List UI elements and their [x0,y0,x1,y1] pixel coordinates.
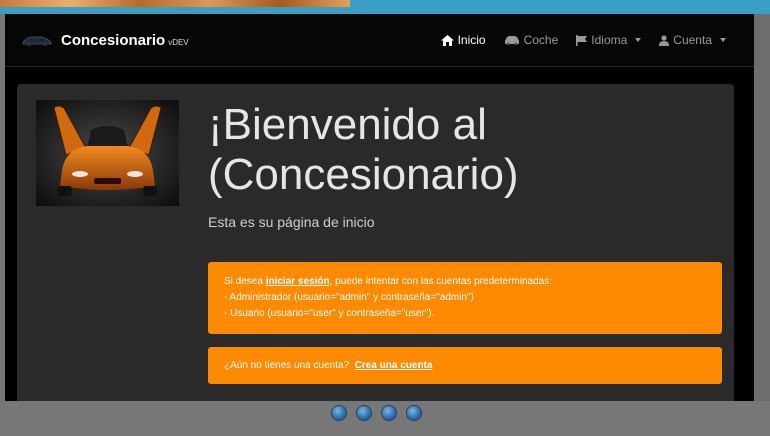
nav-item-coche[interactable]: Coche [504,33,559,47]
hero-title-line1: ¡Bienvenido al [208,100,487,149]
brand-name: Concesionario [61,32,166,49]
page-dot[interactable] [357,406,371,420]
chevron-down-icon [720,38,726,42]
nav-item-idioma[interactable]: Idioma [576,33,642,47]
nav-label-coche: Coche [523,33,559,47]
top-strip [0,0,770,14]
brand[interactable]: Concesionario vDEV [61,32,189,49]
alert-line1: Si desea iniciar sesión, puede intentar … [224,274,706,290]
user-icon [659,34,670,46]
hero-title-line2: (Concesionario) [208,150,519,199]
nav-label-cuenta: Cuenta [673,33,712,47]
nav-item-inicio[interactable]: Inicio [440,33,486,47]
hero-title: ¡Bienvenido al (Concesionario) [208,100,608,200]
nav-label-inicio: Inicio [457,33,486,47]
signup-text: ¿Aún no tienes una cuenta? [224,360,350,371]
navbar: Concesionario vDEV Inicio Coche Idioma Cu… [5,14,754,67]
chevron-down-icon [635,38,642,42]
decorative-banner [0,0,350,7]
home-icon [440,34,454,46]
browser-viewport: Concesionario vDEV Inicio Coche Idioma Cu… [5,14,754,401]
signup-link[interactable]: Crea una cuenta [355,360,433,371]
login-info-alert: Si desea iniciar sesión, puede intentar … [208,262,722,334]
nav-item-cuenta[interactable]: Cuenta [659,33,726,47]
signup-alert: ¿Aún no tienes una cuenta? Crea una cuen… [208,347,722,384]
alert-suffix: , puede intentar con las cuentas predete… [329,276,552,287]
car-icon [504,36,519,45]
login-link[interactable]: iniciar sesión [266,276,330,287]
page-dot[interactable] [332,406,346,420]
pagination-dots [332,406,421,420]
alert-line3: - Usuario (usuario="user" y contraseña="… [224,308,435,319]
alert-prefix: Si desea [224,276,266,287]
scrollbar[interactable] [754,14,770,401]
nav-label-idioma: Idioma [591,33,628,47]
page-dot[interactable] [407,406,421,420]
welcome-panel: ¡Bienvenido al (Concesionario) Esta es s… [17,84,734,401]
page-dot[interactable] [382,406,396,420]
car-logo-icon[interactable] [21,32,53,48]
brand-version: vDEV [168,38,189,47]
nav-menu: Inicio Coche Idioma Cuenta [440,33,726,47]
hero-lead: Esta es su página de inicio [208,214,375,230]
flag-icon [576,34,588,46]
alert-line2: - Administrador (usuario="admin" y contr… [224,292,474,303]
car-photo [36,100,179,206]
